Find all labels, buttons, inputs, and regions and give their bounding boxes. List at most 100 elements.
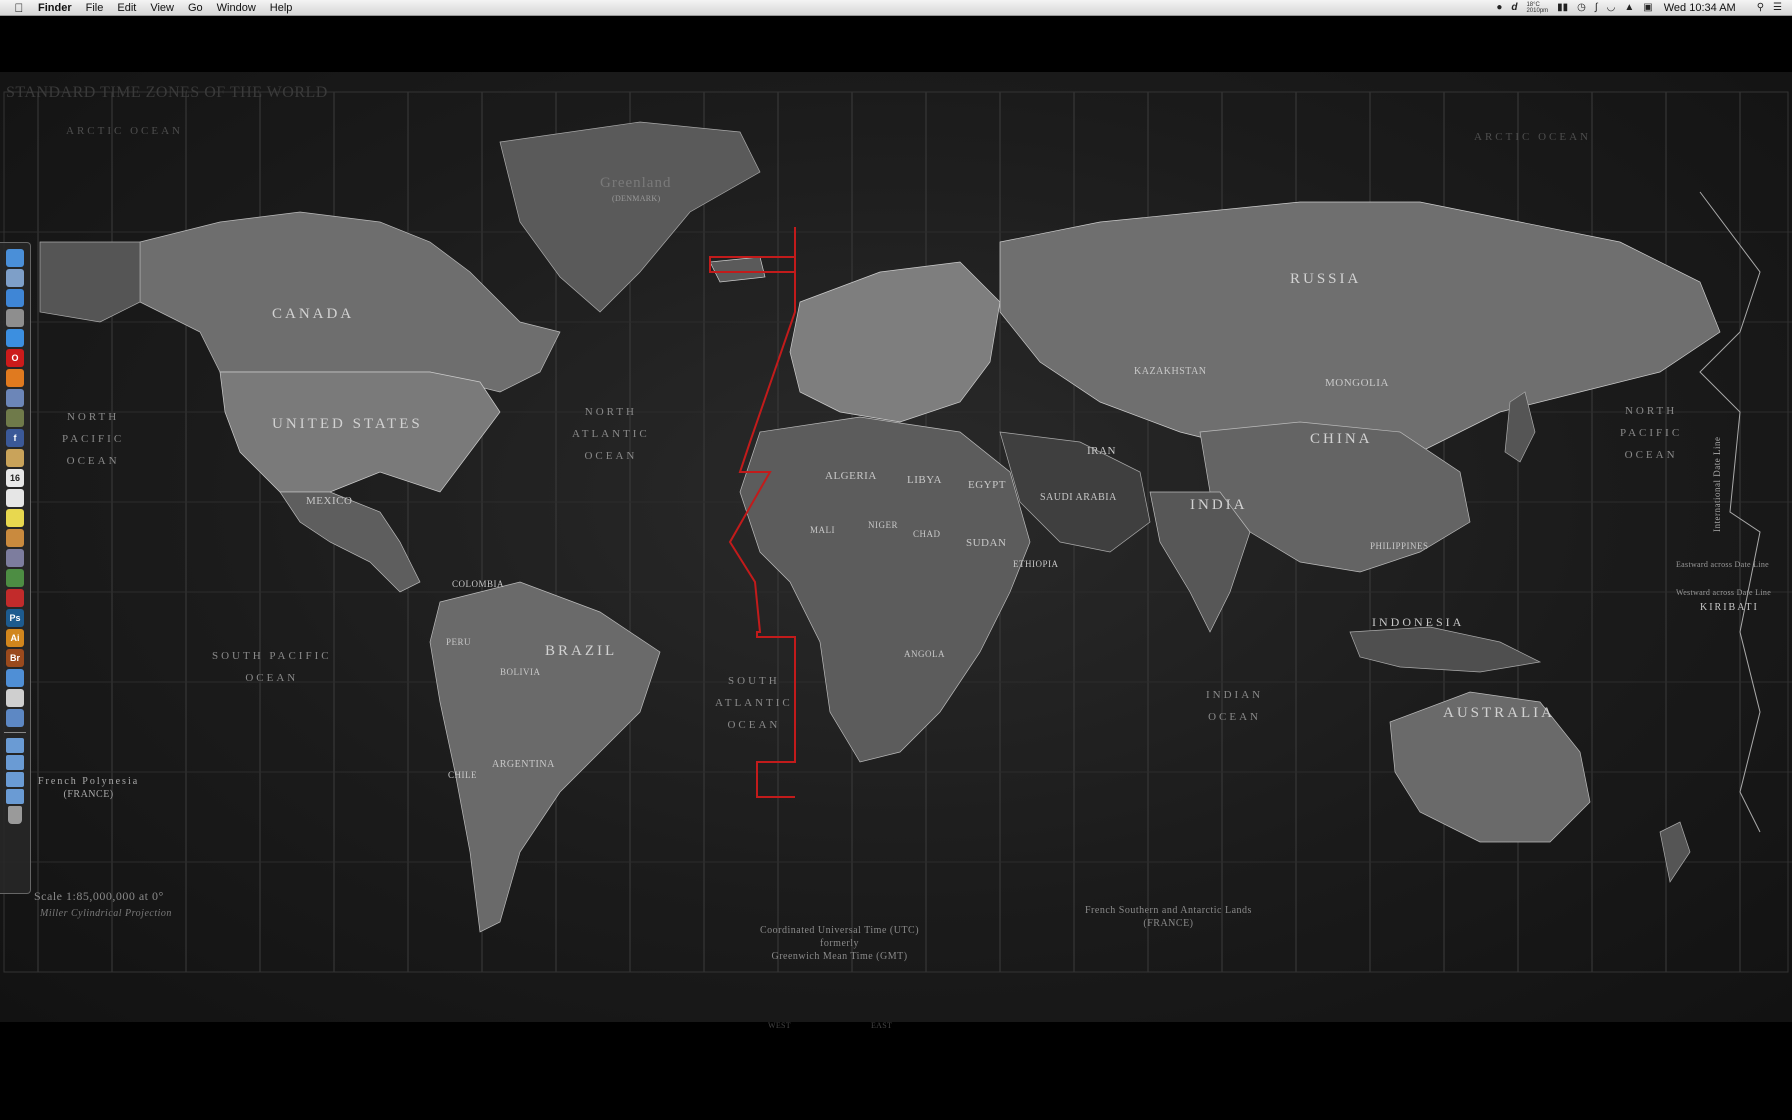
label-utc-2: formerly <box>820 938 860 949</box>
label-brazil: BRAZIL <box>545 643 618 659</box>
photoshop-icon[interactable]: Ps <box>6 609 24 627</box>
app-store-icon[interactable] <box>6 669 24 687</box>
applications-folder-icon[interactable] <box>6 738 24 753</box>
menu-go[interactable]: Go <box>188 2 203 14</box>
calendar-icon[interactable]: 16 <box>6 469 24 487</box>
bluetooth-icon[interactable]: ∫ <box>1595 2 1598 13</box>
iceland-shape <box>709 256 766 283</box>
acrobat-icon[interactable] <box>6 589 24 607</box>
safari-icon[interactable] <box>6 329 24 347</box>
time-machine-icon[interactable]: ◷ <box>1577 2 1586 13</box>
bridge-icon[interactable]: Br <box>6 649 24 667</box>
label-indonesia: INDONESIA <box>1372 615 1465 629</box>
label-angola: ANGOLA <box>904 649 945 659</box>
volume-icon[interactable]: ▲ <box>1624 2 1634 13</box>
activity-icon[interactable] <box>6 569 24 587</box>
label-utc: Coordinated Universal Time (UTC) formerl… <box>760 924 919 963</box>
automator-icon[interactable] <box>6 549 24 567</box>
menu-file[interactable]: File <box>86 2 104 14</box>
label-french-southern-2: (FRANCE) <box>1143 918 1194 929</box>
label-greenland-sub: (DENMARK) <box>612 194 661 203</box>
south-america-shape <box>429 581 661 933</box>
label-north-pacific-left-2: PACIFIC <box>62 433 125 445</box>
label-north-pacific-right-2: PACIFIC <box>1620 427 1683 439</box>
label-chad: CHAD <box>913 529 941 539</box>
dock: Of 16 Ps Ai Br <box>0 242 31 894</box>
mexico-shape <box>279 491 421 593</box>
menu-window[interactable]: Window <box>217 2 256 14</box>
label-french-southern: French Southern and Antarctic Lands (FRA… <box>1085 904 1252 930</box>
label-arctic-left: ARCTIC OCEAN <box>66 125 183 137</box>
label-north-atlantic: NORTH ATLANTIC OCEAN <box>572 401 650 467</box>
menu-app-name[interactable]: Finder <box>38 2 72 14</box>
label-north-atlantic-2: ATLANTIC <box>572 428 650 440</box>
opera-icon[interactable]: O <box>6 349 24 367</box>
label-niger: NIGER <box>868 520 898 530</box>
label-french-polynesia: French Polynesia (FRANCE) <box>38 775 139 801</box>
label-iran: IRAN <box>1087 445 1116 457</box>
documents-folder-icon[interactable] <box>6 755 24 770</box>
label-china: CHINA <box>1310 431 1373 447</box>
label-scale: Scale 1:85,000,000 at 0° <box>34 889 164 903</box>
firefox-icon[interactable] <box>6 369 24 387</box>
label-south-atlantic: SOUTH ATLANTIC OCEAN <box>715 670 793 736</box>
label-french-polynesia-2: (FRANCE) <box>63 789 114 800</box>
label-greenland: Greenland <box>600 175 672 191</box>
textedit-icon[interactable] <box>6 489 24 507</box>
label-north-pacific-right: NORTH PACIFIC OCEAN <box>1620 400 1682 466</box>
label-utc-3: Greenwich Mean Time (GMT) <box>771 951 908 962</box>
desktop:  Finder File Edit View Go Window Help ●… <box>0 0 1792 1120</box>
notebook-icon[interactable] <box>6 449 24 467</box>
facebook-icon[interactable]: f <box>6 429 24 447</box>
new-zealand-shape <box>1659 821 1691 883</box>
night-owl-icon[interactable]: ● <box>1496 2 1502 13</box>
label-russia: RUSSIA <box>1290 271 1362 287</box>
map-title: STANDARD TIME ZONES OF THE WORLD <box>6 84 328 101</box>
label-westward: Westward across Date Line <box>1676 588 1772 597</box>
apple-icon[interactable]:  <box>12 1 26 15</box>
photos-icon[interactable] <box>6 529 24 547</box>
label-arctic-right: ARCTIC OCEAN <box>1474 131 1591 143</box>
dvd-player-icon[interactable] <box>6 689 24 707</box>
itunes-icon[interactable] <box>6 289 24 307</box>
trash-icon[interactable] <box>8 806 22 824</box>
calculator-icon[interactable] <box>6 409 24 427</box>
downloads-stack-icon[interactable] <box>6 789 24 804</box>
opera-label: O <box>11 353 19 363</box>
label-projection: Miller Cylindrical Projection <box>40 908 172 919</box>
notification-list-icon[interactable]: ☰ <box>1773 2 1782 13</box>
downloads-folder-icon[interactable] <box>6 772 24 787</box>
label-eastward: Eastward across Date Line <box>1676 560 1770 569</box>
label-libya: LIBYA <box>907 474 942 486</box>
label-indian-ocean-2: OCEAN <box>1208 711 1261 723</box>
preview-icon[interactable] <box>6 269 24 287</box>
menu-edit[interactable]: Edit <box>117 2 136 14</box>
menu-view[interactable]: View <box>150 2 174 14</box>
indonesia-shape <box>1349 626 1542 673</box>
date-line <box>1699 191 1761 833</box>
finder-icon[interactable] <box>6 249 24 267</box>
system-preferences-icon[interactable] <box>6 309 24 327</box>
label-date-line: International Date Line <box>1712 436 1722 532</box>
display-icon[interactable]: ▣ <box>1643 2 1652 13</box>
status-area: ● d 18°C 2010pm ▮▮ ◷ ∫ ◡ ▲ ▣ Wed 10:34 A… <box>1496 0 1782 15</box>
stickies-icon[interactable] <box>6 509 24 527</box>
illustrator-icon[interactable]: Ai <box>6 629 24 647</box>
label-north-pacific-left-3: OCEAN <box>66 455 120 467</box>
weather-widget[interactable]: 18°C 2010pm <box>1526 2 1548 14</box>
battery-icon[interactable]: ▮▮ <box>1557 2 1568 13</box>
package-icon[interactable] <box>6 709 24 727</box>
label-bolivia: BOLIVIA <box>500 667 541 677</box>
search-icon[interactable]: ⚲ <box>1757 2 1764 13</box>
illustrator-label: Ai <box>10 633 20 643</box>
label-west: WEST <box>768 1021 791 1030</box>
label-north-pacific-left: NORTH PACIFIC OCEAN <box>62 406 124 472</box>
dashboard-icon[interactable]: d <box>1511 2 1517 13</box>
photoshop-label: Ps <box>9 613 21 623</box>
label-north-pacific-left-1: NORTH <box>66 411 120 423</box>
label-utc-1: Coordinated Universal Time (UTC) <box>760 925 920 936</box>
burn-icon[interactable] <box>6 389 24 407</box>
menubar-clock[interactable]: Wed 10:34 AM <box>1664 2 1736 14</box>
wifi-icon[interactable]: ◡ <box>1607 2 1616 13</box>
menu-help[interactable]: Help <box>270 2 293 14</box>
